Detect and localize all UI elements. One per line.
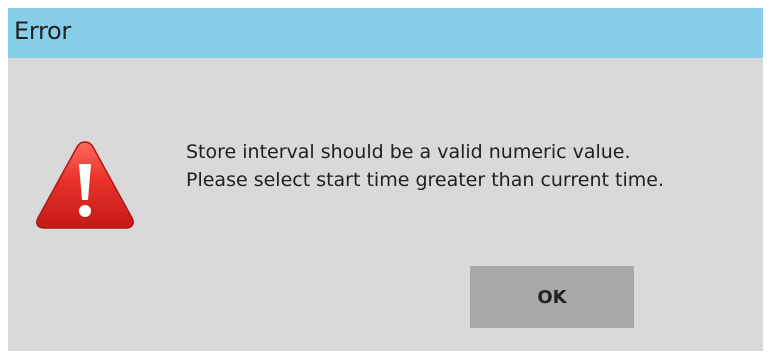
error-dialog: Error Store interval should be a valid n… [8, 8, 763, 351]
title-bar[interactable]: Error [8, 8, 763, 58]
dialog-title: Error [14, 17, 72, 45]
message-line-1: Store interval should be a valid numeric… [186, 141, 631, 163]
message-line-2: Please select start time greater than cu… [186, 169, 664, 191]
error-message: Store interval should be a valid numeric… [186, 138, 746, 194]
warning-icon [36, 141, 134, 229]
ok-button[interactable]: OK [470, 266, 634, 328]
